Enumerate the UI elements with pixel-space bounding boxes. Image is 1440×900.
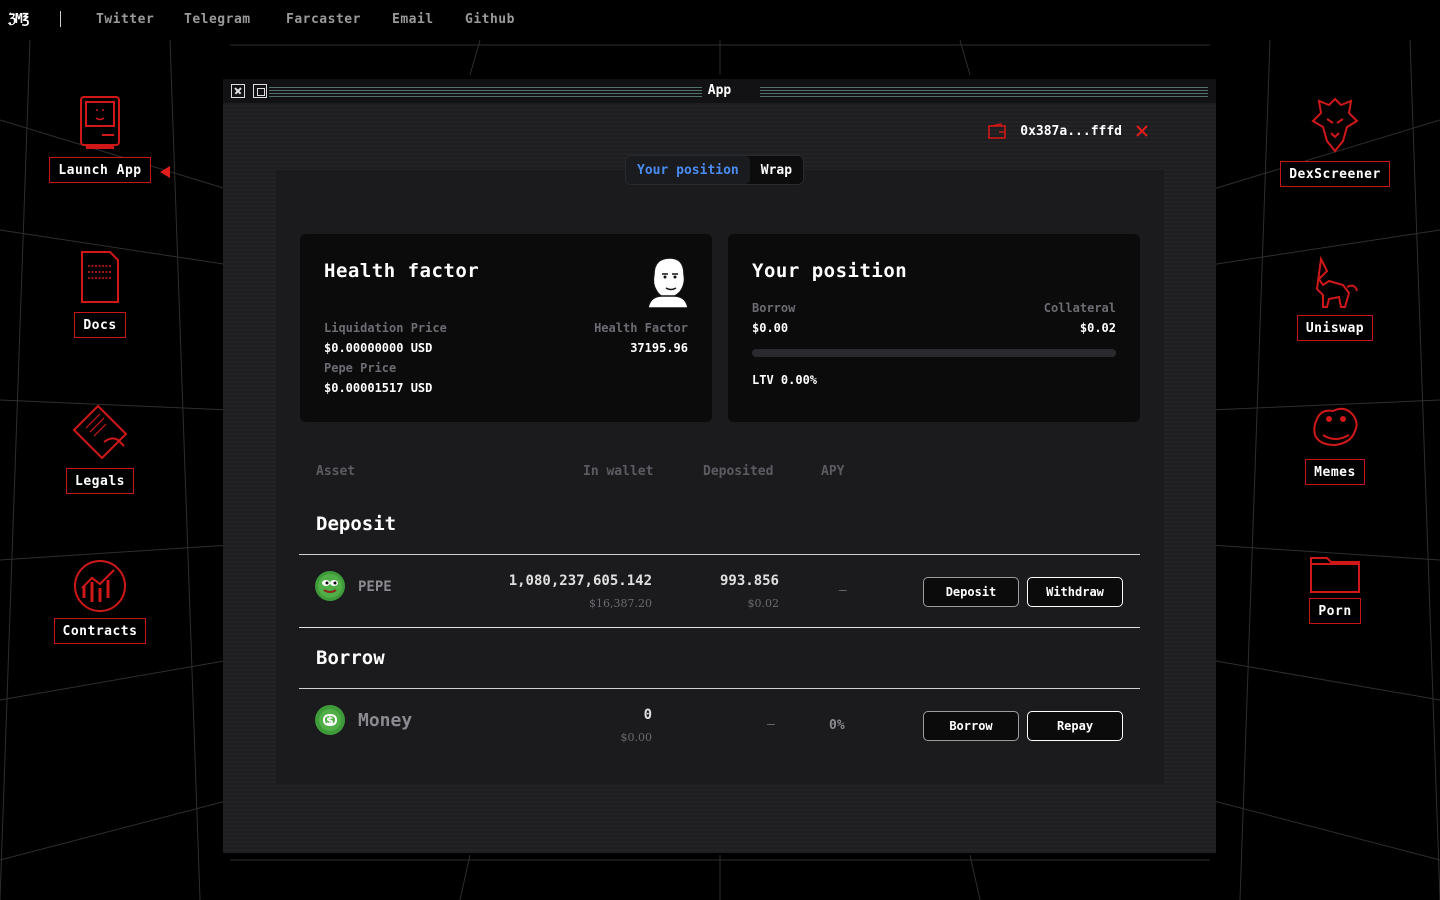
deposit-row-divider	[299, 627, 1140, 628]
desktop-label-legals[interactable]: Legals	[66, 468, 134, 494]
unicorn-icon	[1315, 255, 1358, 308]
wallet-icon	[988, 123, 1007, 139]
desktop-label-launch-app[interactable]: Launch App	[49, 157, 151, 183]
money-token-icon: $	[315, 705, 345, 735]
wallet-address[interactable]: 0x387a...fffd	[1020, 124, 1122, 139]
svg-text:$: $	[326, 714, 334, 727]
borrow-label: Borrow	[752, 301, 796, 315]
pepe-price-label: Pepe Price	[324, 361, 397, 375]
folder-icon	[1310, 557, 1360, 593]
nav-link-github[interactable]: Github	[465, 12, 515, 27]
eagle-icon	[1311, 97, 1359, 153]
borrow-value: $0.00	[752, 321, 789, 335]
deposit-section-title: Deposit	[316, 513, 397, 535]
pepe-wallet-amount: 1,080,237,605.142	[508, 573, 652, 589]
pepe-price-value: $0.00001517 USD	[324, 381, 433, 395]
tab-your-position[interactable]: Your position	[626, 156, 750, 184]
deposit-divider	[299, 554, 1140, 555]
site-logo[interactable]: ℨM℥	[8, 12, 29, 27]
desktop-item-legals[interactable]: Legals	[60, 402, 140, 494]
desktop-item-docs[interactable]: Docs	[60, 250, 140, 338]
health-factor-label: Health Factor	[594, 321, 688, 335]
money-wallet-amount: 0	[643, 707, 652, 723]
desktop-label-contracts[interactable]: Contracts	[53, 618, 147, 644]
pepe-deposited-amount: 993.856	[719, 573, 779, 589]
borrow-button[interactable]: Borrow	[923, 711, 1019, 741]
top-nav: ℨM℥ Twitter Telegram Farcaster Email Git…	[0, 0, 1440, 40]
desktop-item-contracts[interactable]: Contracts	[50, 558, 150, 644]
app-window: App 0x387a...fffd Your position Wrap Hea…	[223, 79, 1216, 853]
pepe-wallet-usd: $16,387.20	[589, 597, 652, 610]
col-header-asset: Asset	[316, 464, 356, 479]
money-asset-name: Money	[358, 710, 413, 731]
health-factor-card: Health factor Liquidation Price $0.00000…	[300, 234, 712, 422]
health-factor-value: 37195.96	[630, 341, 688, 355]
disconnect-close-icon[interactable]	[1136, 125, 1148, 137]
chart-circle-icon	[74, 560, 126, 612]
tab-wrap[interactable]: Wrap	[750, 156, 803, 184]
pepe-token-icon	[315, 571, 345, 601]
collateral-label: Collateral	[1043, 301, 1116, 315]
desktop-item-memes[interactable]: Memes	[1292, 405, 1378, 485]
col-header-in-wallet: In wallet	[583, 464, 654, 479]
selected-arrow-icon	[160, 166, 170, 178]
pepe-asset-name: PEPE	[358, 579, 392, 595]
wojak-avatar-icon	[647, 257, 689, 308]
borrow-section-title: Borrow	[316, 647, 385, 669]
nav-link-twitter[interactable]: Twitter	[96, 12, 154, 27]
document-icon	[81, 251, 119, 303]
ltv-text: LTV 0.00%	[752, 373, 818, 387]
tab-bar: Your position Wrap	[625, 155, 805, 185]
deposit-button[interactable]: Deposit	[923, 577, 1019, 607]
window-titlebar[interactable]: App	[223, 79, 1216, 103]
collateral-value: $0.02	[1079, 321, 1116, 335]
desktop-item-dexscreener[interactable]: DexScreener	[1278, 95, 1392, 187]
position-card-title: Your position	[752, 260, 908, 282]
money-apy: 0%	[829, 718, 845, 733]
computer-icon	[80, 96, 120, 149]
desktop-label-dexscreener[interactable]: DexScreener	[1280, 161, 1390, 187]
liquidation-price-label: Liquidation Price	[324, 321, 447, 335]
desktop-label-docs[interactable]: Docs	[74, 312, 126, 338]
col-header-apy: APY	[821, 464, 845, 479]
desktop-label-porn[interactable]: Porn	[1309, 598, 1361, 624]
wallet-row: 0x387a...fffd	[988, 123, 1148, 139]
money-wallet-usd: $0.00	[620, 731, 653, 744]
desktop-item-uniswap[interactable]: Uniswap	[1285, 255, 1385, 341]
nav-link-farcaster[interactable]: Farcaster	[286, 12, 361, 27]
money-deposited: –	[767, 717, 775, 732]
pepe-face-icon	[1313, 407, 1358, 447]
window-title: App	[223, 83, 1216, 98]
nav-link-email[interactable]: Email	[392, 12, 434, 27]
nav-link-telegram[interactable]: Telegram	[184, 12, 251, 27]
liquidation-price-value: $0.00000000 USD	[324, 341, 433, 355]
your-position-card: Your position Borrow $0.00 Collateral $0…	[728, 234, 1140, 422]
withdraw-button[interactable]: Withdraw	[1027, 577, 1123, 607]
col-header-deposited: Deposited	[703, 464, 774, 479]
pepe-deposited-usd: $0.02	[747, 597, 780, 610]
desktop-label-uniswap[interactable]: Uniswap	[1296, 315, 1374, 341]
desktop-item-launch-app[interactable]: Launch App	[48, 95, 152, 183]
repay-button[interactable]: Repay	[1027, 711, 1123, 741]
desktop-item-porn[interactable]: Porn	[1296, 552, 1374, 624]
contract-sign-icon	[72, 404, 128, 460]
ltv-progress-bar	[752, 349, 1116, 357]
pepe-apy: –	[839, 583, 847, 598]
desktop-label-memes[interactable]: Memes	[1305, 459, 1365, 485]
health-card-title: Health factor	[324, 260, 480, 282]
nav-separator	[60, 11, 61, 27]
borrow-divider	[299, 688, 1140, 689]
